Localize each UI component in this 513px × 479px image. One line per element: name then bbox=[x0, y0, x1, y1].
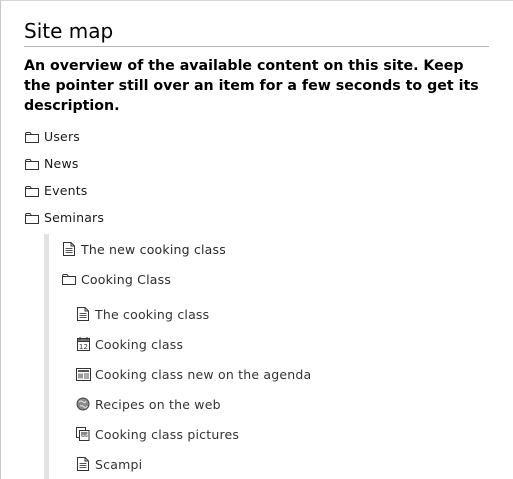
tree-label: The new cooking class bbox=[81, 241, 226, 257]
tree-label: Scampi bbox=[95, 456, 143, 472]
tree-label: Cooking class new on the agenda bbox=[95, 366, 312, 382]
tree-label: Cooking Class bbox=[81, 271, 172, 287]
tree-label: Cooking class bbox=[95, 336, 184, 352]
tree-item-the-cooking-class: The cooking class bbox=[75, 299, 489, 329]
tree-label: Cooking class pictures bbox=[95, 426, 240, 442]
folder-icon bbox=[24, 183, 40, 199]
tree-item-news: News bbox=[24, 150, 489, 177]
folder-icon bbox=[24, 210, 40, 226]
tree-link-cooking-class-event[interactable]: 12 Cooking class bbox=[75, 329, 489, 359]
tree-item-cooking-class-event: 12 Cooking class bbox=[75, 329, 489, 359]
page-description: An overview of the available content on … bbox=[24, 58, 479, 114]
tree-link-events[interactable]: Events bbox=[24, 177, 489, 204]
tree-label: Users bbox=[44, 129, 81, 144]
tree-link-seminars[interactable]: Seminars bbox=[24, 204, 489, 231]
tree-item-recipes-web: Recipes on the web bbox=[75, 389, 489, 419]
document-icon bbox=[75, 306, 91, 322]
tree-item-events: Events bbox=[24, 177, 489, 204]
tree-link-recipes-web[interactable]: Recipes on the web bbox=[75, 389, 489, 419]
cooking-class-children: The cooking class 12 Cooking class Cooki… bbox=[61, 299, 489, 479]
svg-text:12: 12 bbox=[78, 343, 87, 351]
tree-label: The cooking class bbox=[95, 306, 210, 322]
document-icon bbox=[61, 241, 77, 257]
folder-icon bbox=[24, 129, 40, 145]
link-icon bbox=[75, 396, 91, 412]
tree-label: Recipes on the web bbox=[95, 396, 221, 412]
tree-label: Events bbox=[44, 183, 88, 198]
folder-icon bbox=[24, 156, 40, 172]
tree-item-seminars: Seminars The new cooking class Cooking C… bbox=[24, 204, 489, 479]
tree-item-cooking-pictures: Cooking class pictures bbox=[75, 419, 489, 449]
left-border bbox=[0, 0, 1, 479]
tree-link-cooking-class-folder[interactable]: Cooking Class bbox=[61, 264, 489, 294]
news-item-icon bbox=[75, 366, 91, 382]
sitemap-content: Site map An overview of the available co… bbox=[24, 18, 489, 479]
tree-link-new-cooking-class[interactable]: The new cooking class bbox=[61, 234, 489, 264]
tree-label: News bbox=[44, 156, 79, 171]
tree-item-cooking-class-agenda: Cooking class new on the agenda bbox=[75, 359, 489, 389]
tree-link-scampi[interactable]: Scampi bbox=[75, 449, 489, 479]
document-icon bbox=[75, 456, 91, 472]
folder-icon bbox=[61, 271, 77, 287]
tree-link-cooking-pictures[interactable]: Cooking class pictures bbox=[75, 419, 489, 449]
tree-link-news[interactable]: News bbox=[24, 150, 489, 177]
image-icon bbox=[75, 426, 91, 442]
tree-label: Seminars bbox=[44, 210, 105, 225]
tree-item-users: Users bbox=[24, 123, 489, 150]
seminars-children: The new cooking class Cooking Class The … bbox=[44, 234, 489, 479]
top-border bbox=[0, 0, 513, 1]
tree-link-users[interactable]: Users bbox=[24, 123, 489, 150]
sitemap-tree: Users News Events Seminars The new cooki… bbox=[24, 123, 489, 479]
calendar-icon: 12 bbox=[75, 336, 91, 352]
tree-item-cooking-class-folder: Cooking Class The cooking class 12 Cooki… bbox=[61, 264, 489, 479]
page-title: Site map bbox=[24, 18, 489, 47]
tree-item-new-cooking-class: The new cooking class bbox=[61, 234, 489, 264]
tree-item-scampi: Scampi bbox=[75, 449, 489, 479]
tree-link-cooking-class-agenda[interactable]: Cooking class new on the agenda bbox=[75, 359, 489, 389]
tree-link-the-cooking-class[interactable]: The cooking class bbox=[75, 299, 489, 329]
